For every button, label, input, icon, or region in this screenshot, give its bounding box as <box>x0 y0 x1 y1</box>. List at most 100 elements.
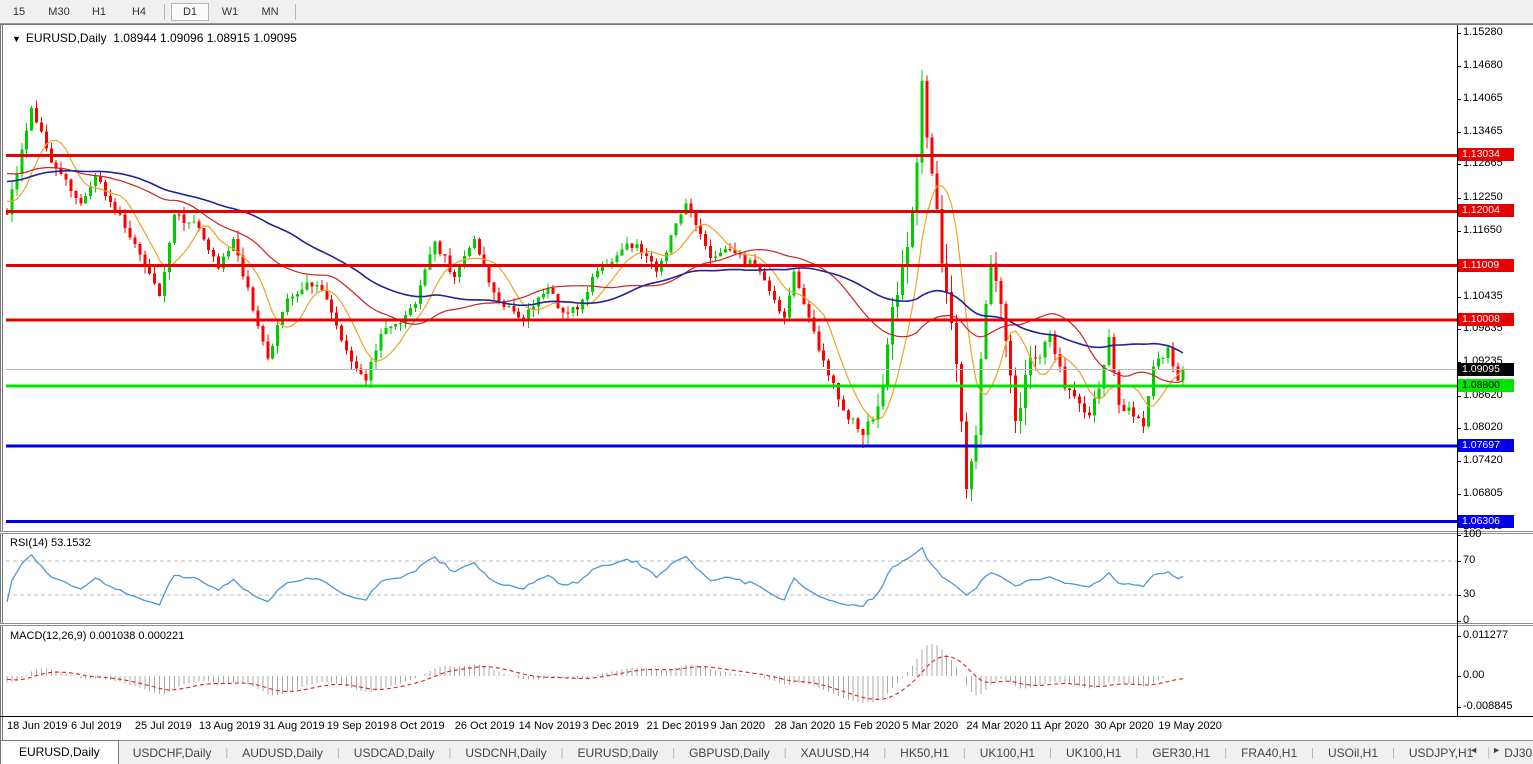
chart-tab-eurusddaily[interactable]: EURUSD,Daily <box>564 743 673 763</box>
candle-body <box>881 385 885 407</box>
candle-body <box>1009 341 1013 376</box>
candle-body <box>467 248 471 256</box>
chart-tab-usdchfdaily[interactable]: USDCHF,Daily <box>119 743 226 763</box>
price-tick <box>1457 99 1461 101</box>
time-axis-line <box>0 716 1533 717</box>
chart-tab-eurusddaily[interactable]: EURUSD,Daily <box>0 739 119 764</box>
candle-body <box>79 197 83 204</box>
timeframe-button-m30[interactable]: M30 <box>40 3 78 21</box>
candle-body <box>133 237 137 245</box>
date-label: 9 Jan 2020 <box>710 720 765 732</box>
terminal-window: 15 M30 H1 H4 D1 W1 MN ▼ EURUSD,Daily 1.08944 1.… <box>0 0 1533 764</box>
candle-body <box>207 239 211 251</box>
macd-panel-canvas[interactable] <box>6 626 1457 716</box>
candle-body <box>271 345 275 359</box>
candle-body <box>1014 375 1018 422</box>
candle-body <box>300 289 304 294</box>
chart-tab-xauusdh4[interactable]: XAUUSD,H4 <box>787 743 884 763</box>
price-tick-label: 1.06805 <box>1463 487 1503 500</box>
tab-scroll-arrows: ◄► <box>1469 745 1515 755</box>
candle-body <box>768 280 772 291</box>
candle-body <box>694 213 698 226</box>
timeframe-button-15[interactable]: 15 <box>0 3 38 21</box>
timeframe-button-mn[interactable]: MN <box>251 3 289 21</box>
chart-tab-usoilh1[interactable]: USOil,H1 <box>1314 743 1392 763</box>
macd-tick <box>1457 676 1461 677</box>
candle-body <box>851 418 855 420</box>
candle-body <box>69 179 73 192</box>
candle-body <box>709 245 713 258</box>
chart-tab-audusddaily[interactable]: AUDUSD,Daily <box>228 743 337 763</box>
candle-body <box>453 271 457 277</box>
chart-tab-fra40h1[interactable]: FRA40,H1 <box>1227 743 1311 763</box>
candle-body <box>138 244 142 255</box>
candle-body <box>920 80 924 163</box>
candle-body <box>310 282 314 287</box>
candle-body <box>428 254 432 270</box>
date-label: 15 Feb 2020 <box>838 720 901 732</box>
candle-body <box>108 196 112 203</box>
candle-body <box>1171 347 1175 367</box>
current-price-tag: 1.09095 <box>1458 362 1514 376</box>
macd-tick <box>1457 636 1461 638</box>
candle-body <box>979 358 983 435</box>
candle-body <box>595 270 599 277</box>
candle-body <box>418 285 422 305</box>
chart-tab-usdcaddaily[interactable]: USDCAD,Daily <box>340 743 449 763</box>
timeframe-button-d1[interactable]: D1 <box>171 2 209 21</box>
candle-body <box>349 350 353 362</box>
candle-body <box>197 221 201 228</box>
chart-tab-gbpusddaily[interactable]: GBPUSD,Daily <box>675 743 784 763</box>
chevron-down-icon[interactable]: ▼ <box>12 34 21 44</box>
candle-body <box>226 251 230 257</box>
date-label: 14 Nov 2019 <box>518 720 582 732</box>
tab-scroll-left-icon[interactable]: ◄ <box>1469 745 1492 755</box>
date-label: 6 Jul 2019 <box>70 720 122 732</box>
chart-ohlc-values: 1.08944 1.09096 1.08915 1.09095 <box>113 31 297 45</box>
chart-tab-uk100h1[interactable]: UK100,H1 <box>1052 743 1135 763</box>
tab-scroll-right-icon[interactable]: ► <box>1492 745 1515 755</box>
candle-body <box>315 285 319 287</box>
candle-body <box>586 291 590 300</box>
candle-body <box>748 259 752 264</box>
rsi-panel-canvas[interactable] <box>6 534 1457 622</box>
timeframe-button-h4[interactable]: H4 <box>120 3 158 21</box>
moving-average-line-34 <box>6 167 1184 384</box>
candle-body <box>571 307 575 313</box>
candle-body <box>959 363 963 422</box>
candle-body <box>30 108 34 131</box>
candle-body <box>251 287 255 311</box>
candle-body <box>1097 388 1101 399</box>
candle-body <box>1019 408 1023 422</box>
timeframe-button-h1[interactable]: H1 <box>80 3 118 21</box>
candle-body <box>39 122 43 132</box>
candle-body <box>846 410 850 420</box>
chart-tab-uk100h1[interactable]: UK100,H1 <box>966 743 1049 763</box>
candle-body <box>320 285 324 291</box>
candle-body <box>497 292 501 302</box>
candle-body <box>1087 412 1091 416</box>
candle-body <box>1117 371 1121 405</box>
candle-body <box>187 222 191 224</box>
candle-body <box>1107 336 1111 366</box>
main-chart-canvas[interactable] <box>6 25 1457 531</box>
candle-body <box>1146 396 1150 427</box>
candle-body <box>285 298 289 313</box>
date-label: 11 Apr 2020 <box>1030 720 1089 732</box>
timeframe-button-w1[interactable]: W1 <box>211 3 249 21</box>
candle-body <box>123 214 127 229</box>
candle-body <box>1151 366 1155 397</box>
chart-tab-usdcnhdaily[interactable]: USDCNH,Daily <box>451 743 560 763</box>
chart-tab-ger30h1[interactable]: GER30,H1 <box>1138 743 1224 763</box>
macd-histogram <box>6 643 1184 703</box>
candle-body <box>64 173 68 180</box>
macd-signal-line <box>6 655 1183 700</box>
date-label: 13 Aug 2019 <box>198 720 261 732</box>
candle-body <box>807 303 811 318</box>
moving-average-line-8 <box>7 139 1184 421</box>
chart-tab-hk50h1[interactable]: HK50,H1 <box>886 743 963 763</box>
candle-body <box>158 283 162 296</box>
date-label: 8 Oct 2019 <box>390 720 445 732</box>
candle-body <box>295 293 299 297</box>
candle-body <box>359 368 363 375</box>
